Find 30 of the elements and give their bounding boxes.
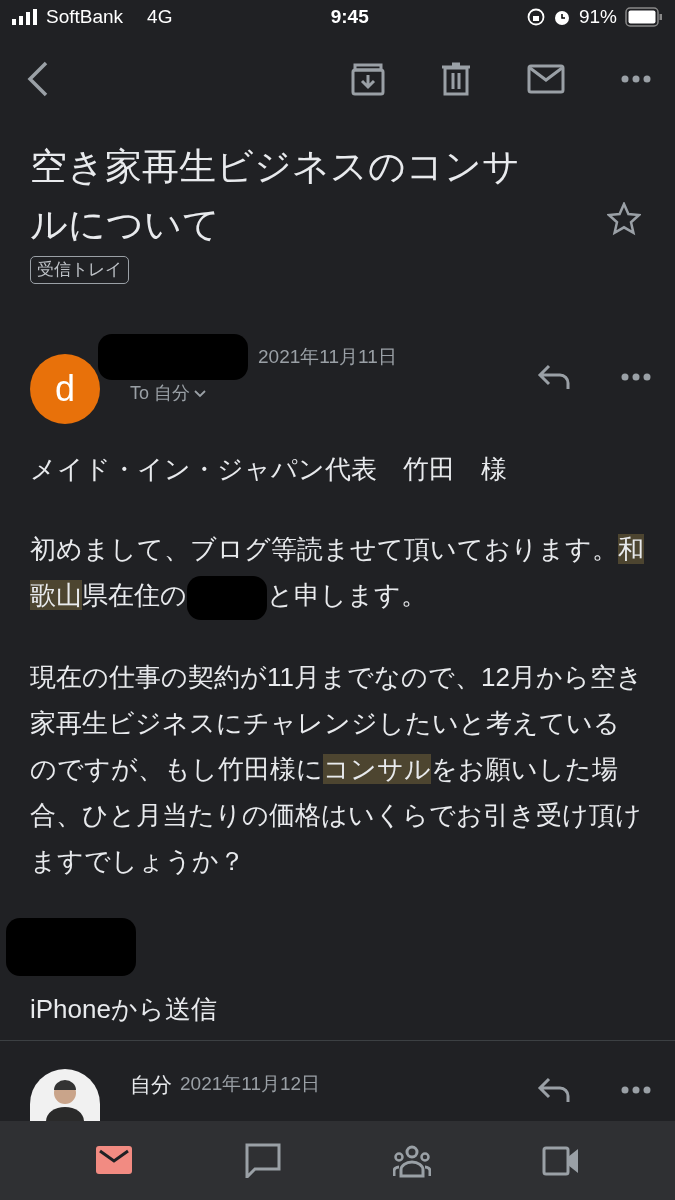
battery-percent: 91% <box>578 4 617 29</box>
reply-icon[interactable] <box>537 1076 571 1103</box>
carrier-name: SoftBank <box>46 4 124 29</box>
back-icon[interactable] <box>26 61 50 98</box>
chevron-down-icon <box>194 390 206 398</box>
battery-icon <box>625 7 663 28</box>
sender-name: 自分 <box>130 1071 172 1098</box>
recipient-toggle[interactable]: To 自分 <box>130 380 206 408</box>
alarm-clock-icon <box>552 8 571 27</box>
delete-icon[interactable] <box>441 62 471 97</box>
chat-tab[interactable] <box>244 1142 283 1179</box>
email-paragraph: メイド・イン・ジャパン代表 竹田 様 <box>30 453 508 487</box>
message-date: 2021年11月12日 <box>180 1072 321 1097</box>
more-icon[interactable] <box>621 1085 651 1094</box>
rotation-lock-icon <box>526 8 545 27</box>
inbox-label: 受信トレイ <box>30 256 129 285</box>
reply-icon[interactable] <box>537 364 571 391</box>
message-date: 2021年11月11日 <box>258 345 397 370</box>
network-type: 4G <box>147 4 173 29</box>
more-icon[interactable] <box>621 75 651 84</box>
email-paragraph: 現在の仕事の契約が11月までなので、12月から空き家再生ビジネスにチャレンジしたいと考えているのですが、もし竹田様に コンサルをお願いした場合、ひと月当たりの価格はいくらでお引き受け頂けますでしょうか？ <box>30 660 644 878</box>
sender-avatar: d <box>30 354 100 425</box>
more-icon[interactable] <box>621 373 651 382</box>
star-icon[interactable] <box>607 202 641 237</box>
clock-time: 9:45 <box>330 4 369 29</box>
email-subject: 空き家再生ビジネスのコンサルについて <box>30 145 521 248</box>
mail-icon[interactable] <box>527 64 565 95</box>
email-paragraph: iPhoneから送信 <box>30 992 218 1026</box>
signal-icon <box>12 9 38 26</box>
archive-icon[interactable] <box>351 62 385 97</box>
